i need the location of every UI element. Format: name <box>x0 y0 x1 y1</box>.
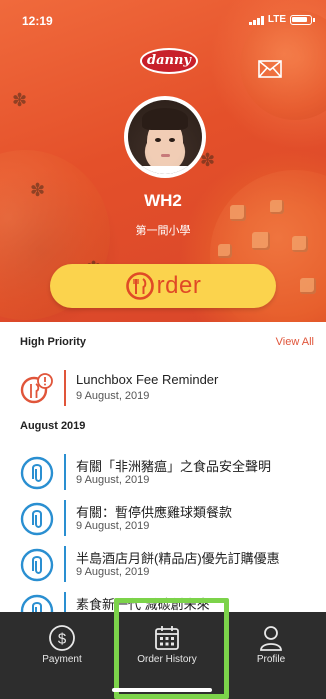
student-name: WH2 <box>144 191 182 210</box>
calendar-icon <box>155 626 179 650</box>
svg-text:$: $ <box>58 631 67 648</box>
school-name: 第一間小學 <box>135 225 191 237</box>
envelope-icon[interactable] <box>258 60 282 78</box>
network-label: LTE <box>267 14 286 25</box>
paperclip-icon <box>20 548 54 582</box>
message-title: 有關：暫停供應雞球類餐款 <box>76 505 233 520</box>
decorative-crouton <box>300 278 316 294</box>
paperclip-icon <box>20 502 54 536</box>
message-title: 素食新一代 減碳創未來 <box>76 597 210 612</box>
high-priority-heading: High Priority <box>20 336 87 348</box>
tab-order-history[interactable]: Order History <box>117 612 217 699</box>
view-all-link[interactable]: View All <box>276 336 314 348</box>
alert-food-icon <box>20 373 53 404</box>
order-button[interactable]: rder <box>50 264 276 308</box>
message-date: 9 August, 2019 <box>76 390 150 402</box>
message-title: 半島酒店月餅(精品店)優先訂購優惠 <box>76 551 280 566</box>
list-item[interactable]: Lunchbox Fee Reminder 9 August, 2019 <box>0 368 326 412</box>
signal-icon <box>248 15 264 25</box>
tab-label: Profile <box>256 654 286 665</box>
decorative-crouton <box>292 236 308 252</box>
bottom-tab-bar: $ Payment Order History Profile <box>0 612 326 699</box>
hero-banner: ✽ ✽ ✽ ✽ 12:19 LTE danny WH2 第一間小學 <box>0 0 326 322</box>
list-item[interactable]: 半島酒店月餅(精品店)優先訂購優惠 9 August, 2019 <box>0 544 326 588</box>
status-indicators: LTE <box>248 14 315 25</box>
priority-divider <box>64 370 66 406</box>
month-heading: August 2019 <box>20 420 86 432</box>
home-indicator <box>112 688 212 692</box>
paperclip-icon <box>20 456 54 490</box>
status-time: 12:19 <box>22 14 53 28</box>
battery-icon <box>290 14 315 25</box>
message-divider <box>64 546 66 582</box>
dollar-icon: $ <box>49 625 75 651</box>
decorative-crouton <box>218 244 232 258</box>
brand-logo: danny <box>140 48 198 74</box>
avatar[interactable] <box>124 96 206 178</box>
decorative-herb: ✽ <box>12 90 28 110</box>
tab-payment[interactable]: $ Payment <box>12 612 112 699</box>
student-photo <box>128 100 202 174</box>
user-icon <box>260 626 282 651</box>
message-date: 9 August, 2019 <box>76 520 150 532</box>
status-bar: 12:19 LTE <box>0 0 326 40</box>
list-item[interactable]: 有關「非洲豬瘟」之食品安全聲明 9 August, 2019 <box>0 452 326 496</box>
message-date: 9 August, 2019 <box>76 566 150 578</box>
message-title: 有關「非洲豬瘟」之食品安全聲明 <box>76 459 272 474</box>
fork-knife-o-icon <box>125 272 154 300</box>
message-divider <box>64 500 66 536</box>
message-date: 9 August, 2019 <box>76 474 150 486</box>
message-title: Lunchbox Fee Reminder <box>76 372 219 387</box>
message-divider <box>64 454 66 490</box>
list-item[interactable]: 有關：暫停供應雞球類餐款 9 August, 2019 <box>0 498 326 542</box>
tab-profile[interactable]: Profile <box>221 612 321 699</box>
tab-label: Order History <box>137 654 197 665</box>
order-label: rder <box>156 272 202 299</box>
tab-label: Payment <box>42 654 82 665</box>
